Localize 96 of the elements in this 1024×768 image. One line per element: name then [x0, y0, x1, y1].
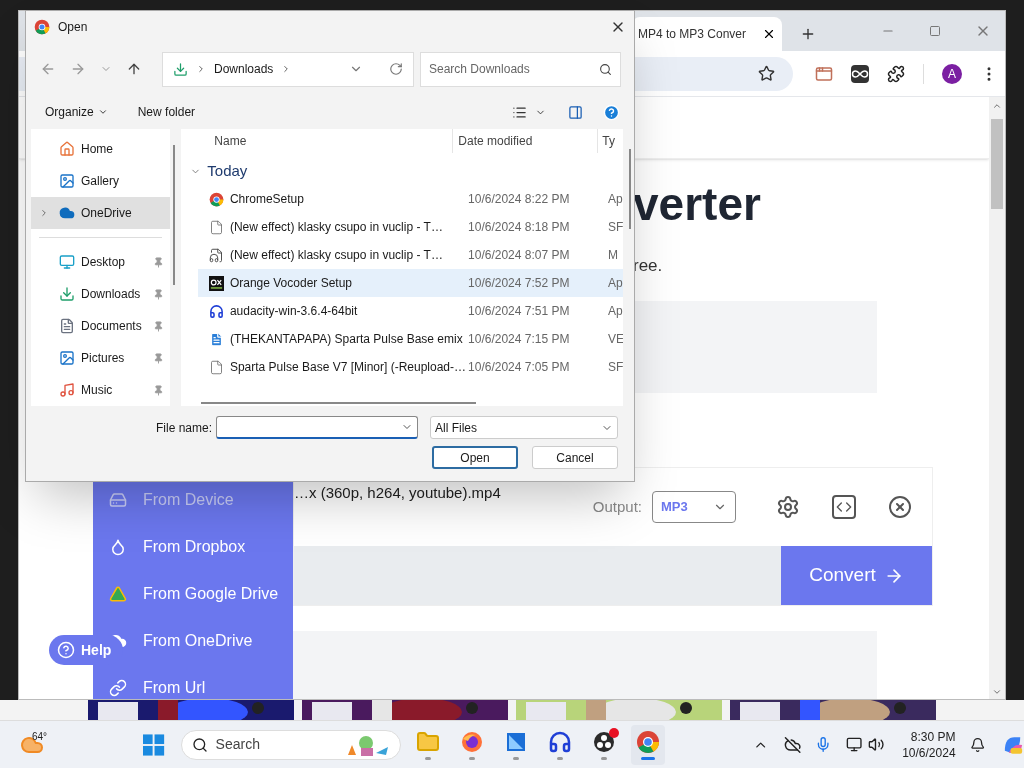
star-icon[interactable] — [758, 65, 775, 82]
triangle-icon — [109, 585, 127, 603]
document-icon — [208, 331, 224, 347]
browser-icon — [635, 729, 660, 754]
scroll-thumb[interactable] — [991, 119, 1003, 209]
file-name: …x (360p, h264, youtube).mp4 — [294, 483, 501, 503]
link-icon — [109, 678, 127, 697]
file-type-select[interactable]: All Files — [430, 416, 619, 439]
fox-globe-icon — [459, 729, 484, 754]
close-icon[interactable] — [762, 27, 776, 41]
media-file-icon — [208, 247, 224, 263]
maximize-icon[interactable] — [929, 25, 941, 37]
help-icon — [57, 641, 75, 659]
help-tooltip[interactable]: Help — [49, 635, 124, 665]
output-label: Output: — [592, 496, 642, 517]
browser-tab[interactable]: MP4 to MP3 Conver — [632, 17, 782, 51]
search-field[interactable]: Search — [180, 729, 401, 760]
display-icon[interactable] — [845, 736, 862, 753]
home-icon — [59, 141, 75, 157]
nav-item[interactable]: Music — [31, 374, 171, 406]
open-button[interactable]: Open — [432, 446, 518, 469]
volume-icon[interactable] — [867, 736, 885, 753]
up-icon[interactable] — [126, 61, 142, 77]
help-icon[interactable] — [603, 103, 620, 121]
menu-item[interactable]: From Google Drive — [93, 570, 293, 618]
headphones-icon — [208, 303, 224, 319]
image-icon — [59, 350, 75, 366]
document-icon — [59, 318, 75, 334]
scroll-up-icon[interactable] — [992, 101, 1002, 111]
extension-icon[interactable] — [851, 64, 869, 83]
column-header[interactable]: Ty — [602, 132, 615, 150]
file-icon — [208, 219, 224, 235]
file-row[interactable]: Orange Vocoder Setup 10/6/2024 7:52 PM Ap — [198, 269, 624, 297]
file-row[interactable]: audacity-win-3.6.4-64bit 10/6/2024 7:51 PM Ap — [198, 297, 624, 325]
profile-avatar[interactable]: A — [942, 63, 962, 84]
windows-logo-icon[interactable] — [143, 733, 165, 756]
headphones-icon — [547, 729, 572, 754]
convert-button[interactable]: Convert — [781, 546, 932, 605]
menu-item[interactable]: From Url — [93, 664, 293, 699]
browser-icon — [34, 19, 50, 35]
file-row[interactable]: (New effect) klasky csupo in vuclip - T… 10/6/2024 8:07 PM M — [198, 241, 624, 269]
menu-item[interactable]: From Dropbox — [93, 523, 293, 571]
record-icon — [591, 729, 616, 754]
settings-icon[interactable] — [776, 495, 800, 519]
organize-button[interactable]: Organize — [45, 103, 108, 121]
nav-item[interactable]: Desktop — [31, 246, 171, 278]
image-icon — [59, 173, 75, 189]
file-name-label: File name: — [156, 419, 213, 437]
music-icon — [59, 382, 75, 398]
nav-item[interactable]: Pictures — [31, 342, 171, 374]
code-icon[interactable] — [832, 495, 856, 519]
nav-item[interactable]: Home — [31, 133, 171, 165]
search-field[interactable]: Search Downloads — [420, 51, 621, 87]
app-icon — [208, 275, 224, 291]
new-folder-button[interactable]: New folder — [137, 103, 196, 121]
file-name-field[interactable] — [216, 416, 419, 439]
address-field[interactable]: Downloads — [162, 51, 414, 87]
drive-icon — [109, 491, 127, 510]
clock[interactable]: 8:30 PM 10/6/2024 — [902, 728, 956, 761]
file-row[interactable]: (New effect) klasky csupo in vuclip - T… 10/6/2024 8:18 PM SF — [198, 213, 624, 241]
microphone-icon[interactable] — [815, 736, 832, 753]
expand-icon[interactable] — [39, 208, 49, 218]
view-list-icon[interactable] — [512, 104, 527, 120]
page-heading: verter — [633, 181, 761, 227]
column-header[interactable]: Date modified — [458, 132, 598, 150]
nav-item[interactable]: Documents — [31, 310, 171, 342]
group-header[interactable]: Today — [181, 157, 624, 185]
remove-icon[interactable] — [888, 495, 912, 519]
cancel-button[interactable]: Cancel — [532, 446, 618, 469]
caret-icon — [97, 107, 108, 117]
puzzle-icon[interactable] — [887, 64, 905, 83]
chevron-icon — [196, 64, 206, 74]
scroll-down-icon[interactable] — [992, 687, 1002, 697]
nav-item[interactable]: OneDrive — [31, 197, 171, 229]
installer-icon — [208, 191, 224, 207]
nav-item[interactable]: Gallery — [31, 165, 171, 197]
file-row[interactable]: ChromeSetup 10/6/2024 8:22 PM Ap — [198, 185, 624, 213]
preview-pane-icon[interactable] — [568, 104, 583, 120]
dialog-title: Open — [58, 19, 88, 36]
folder-icon — [415, 729, 440, 754]
nav-item[interactable]: Downloads — [31, 278, 171, 310]
cloud-off-icon[interactable] — [783, 735, 802, 754]
search-icon — [191, 736, 208, 753]
download-icon — [173, 61, 188, 77]
new-tab-icon[interactable] — [800, 26, 816, 42]
monitor-icon — [59, 254, 75, 270]
format-select[interactable]: MP3 — [652, 491, 736, 523]
temperature: 64° — [32, 729, 48, 744]
file-icon — [208, 359, 224, 375]
file-row[interactable]: Sparta Pulse Base V7 [Minor] (-Reupload-… 10/6/2024 7:05 PM SF — [198, 353, 624, 381]
file-row[interactable]: (THEKANTAPAPA) Sparta Pulse Base emix 10/6/2024 7:15 PM VE — [198, 325, 624, 353]
refresh-icon[interactable] — [389, 62, 403, 76]
search-icon — [599, 62, 612, 76]
bell-icon[interactable] — [969, 736, 985, 753]
column-header[interactable]: Name — [214, 132, 453, 150]
download-icon — [59, 286, 75, 302]
